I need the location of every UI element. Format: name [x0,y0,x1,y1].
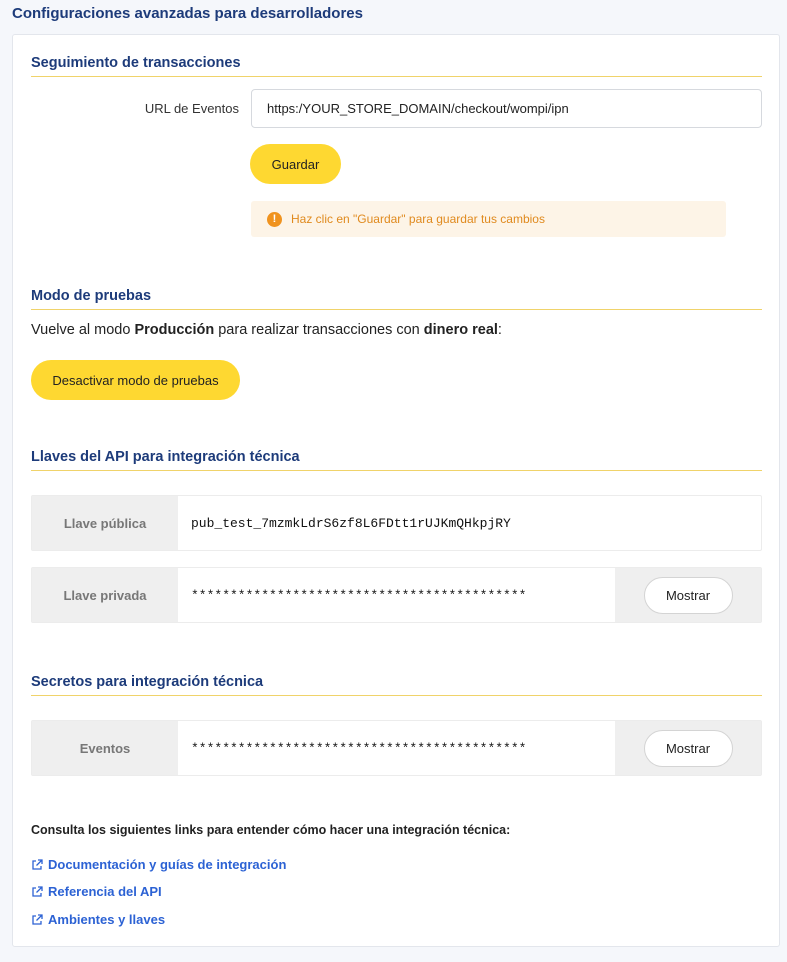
private-key-row: Llave privada **************************… [31,567,762,623]
show-events-secret-button[interactable]: Mostrar [643,729,733,767]
save-notice-text: Haz clic en "Guardar" para guardar tus c… [291,212,545,226]
events-secret-row: Eventos ********************************… [31,720,762,776]
link-api-reference-label: Referencia del API [48,884,162,899]
test-mode-text-part: para realizar transacciones con [214,322,424,338]
developer-settings-card: Seguimiento de transacciones URL de Even… [12,34,780,947]
section-title-secrets: Secretos para integración técnica [31,674,762,696]
section-title-test-mode: Modo de pruebas [31,288,762,310]
url-events-input[interactable] [251,89,762,128]
url-events-label: URL de Eventos [144,101,239,116]
link-api-reference[interactable]: Referencia del API [31,884,162,899]
real-money-text: dinero real [423,322,498,338]
public-key-row: Llave pública pub_test_7mzmkLdrS6zf8L6FD… [31,495,762,551]
external-link-icon [32,913,43,925]
save-button[interactable]: Guardar [250,144,341,184]
test-mode-description: Vuelve al modo Producción para realizar … [31,322,502,338]
deactivate-test-mode-button[interactable]: Desactivar modo de pruebas [31,360,240,400]
events-secret-action: Mostrar [615,721,761,775]
private-key-value: ****************************************… [191,587,527,603]
private-key-action: Mostrar [615,568,761,622]
section-title-api-keys: Llaves del API para integración técnica [31,449,762,471]
external-link-icon [32,885,43,897]
test-mode-text-part: : [497,322,502,338]
warning-icon: ! [267,211,282,227]
events-secret-label: Eventos [32,721,178,775]
show-private-key-button[interactable]: Mostrar [643,576,733,614]
section-title-tracking: Seguimiento de transacciones [31,55,762,77]
test-mode-text-part: Vuelve al modo [31,322,135,338]
links-intro: Consulta los siguientes links para enten… [31,823,511,837]
private-key-label: Llave privada [32,568,178,622]
events-secret-value: ****************************************… [191,740,527,756]
link-environments-keys-label: Ambientes y llaves [48,912,166,927]
page-title: Configuraciones avanzadas para desarroll… [12,5,363,22]
link-documentation[interactable]: Documentación y guías de integración [31,857,286,872]
production-text: Producción [134,322,215,338]
external-link-icon [32,858,43,870]
link-environments-keys[interactable]: Ambientes y llaves [31,912,165,927]
public-key-value: pub_test_7mzmkLdrS6zf8L6FDtt1rUJKmQHkpjR… [191,515,511,531]
link-documentation-label: Documentación y guías de integración [48,857,287,872]
save-notice: ! Haz clic en "Guardar" para guardar tus… [251,201,726,237]
public-key-label: Llave pública [32,496,178,550]
